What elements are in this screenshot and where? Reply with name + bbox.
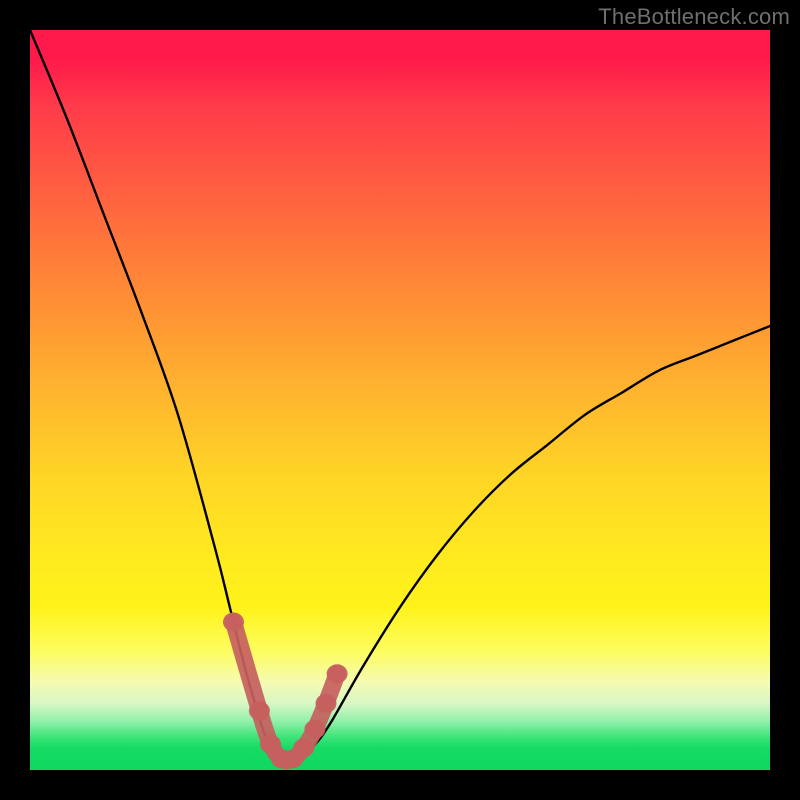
marker-layer	[223, 613, 348, 769]
marker-connector	[234, 622, 338, 761]
marker-point	[249, 701, 270, 720]
marker-point	[327, 664, 348, 683]
chart-svg	[30, 30, 770, 770]
curve-layer	[30, 30, 770, 763]
watermark-text: TheBottleneck.com	[598, 4, 790, 30]
marker-point	[293, 738, 314, 757]
marker-point	[223, 613, 244, 632]
bottleneck-curve	[30, 30, 770, 763]
chart-frame: TheBottleneck.com	[0, 0, 800, 800]
marker-point	[304, 720, 325, 739]
marker-point	[316, 694, 337, 713]
